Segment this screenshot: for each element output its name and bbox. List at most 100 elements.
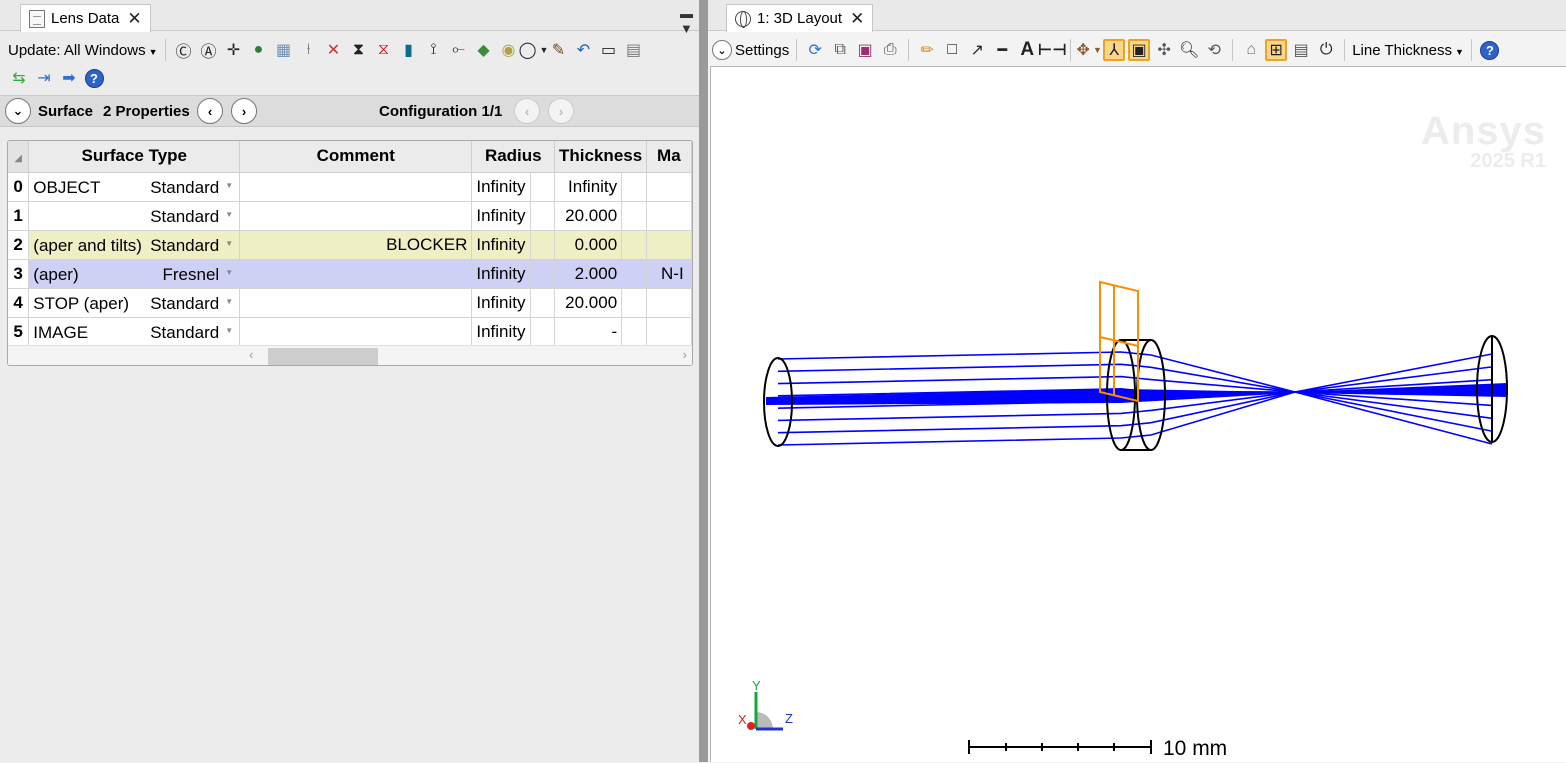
horizontal-scrollbar[interactable]: ‹ › [8, 345, 692, 365]
collapse-icon[interactable]: ⇥ [33, 67, 55, 89]
corner-cell[interactable]: ◢ [8, 141, 30, 173]
refresh-icon[interactable]: ⟳ [804, 39, 826, 61]
surface-type-cell[interactable]: OBJECT Standard ▼ [28, 172, 241, 202]
comment-cell[interactable] [239, 201, 473, 231]
previous-surface-button[interactable]: ‹ [197, 98, 223, 124]
dropdown-arrow-icon[interactable]: ▼ [225, 181, 233, 190]
comment-cell[interactable] [239, 172, 473, 202]
comment-cell[interactable] [239, 317, 473, 347]
dropdown-arrow-icon[interactable]: ▼ [225, 297, 233, 306]
surface-type-cell[interactable]: (aper) Fresnel ▼ [28, 259, 241, 289]
help-icon[interactable]: ? [83, 67, 105, 89]
grid-map-icon[interactable]: ▦ [273, 39, 295, 61]
copy-icon[interactable]: ⧉ [829, 39, 851, 61]
row-number[interactable]: 5 [8, 317, 30, 347]
row-number[interactable]: 0 [8, 172, 30, 202]
row-number[interactable]: 2 [8, 230, 30, 260]
toggle-icon[interactable]: ▭ [598, 39, 620, 61]
arrow-right-icon[interactable]: ➡ [58, 67, 80, 89]
table-row[interactable]: 2 (aper and tilts) Standard ▼ BLOCKER Infinit… [8, 230, 692, 260]
comment-cell[interactable] [239, 259, 473, 289]
row-number[interactable]: 4 [8, 288, 30, 318]
material-cell[interactable] [646, 317, 692, 347]
table-row[interactable]: 1 Standard ▼ Infinity 20.000 [8, 201, 692, 231]
chevron-down-icon[interactable]: ⌄ [5, 98, 31, 124]
surface-type-cell[interactable]: IMAGE Standard ▼ [28, 317, 241, 347]
power-icon[interactable]: ⏻ [1315, 39, 1337, 61]
next-configuration-button[interactable]: › [548, 98, 574, 124]
thickness-cell[interactable]: 0.000 [554, 230, 623, 260]
rotate-icon[interactable]: ✥ ▼ [1077, 39, 1102, 61]
ring-icon[interactable]: ◯ ▼ [519, 39, 549, 61]
coordinate-a-icon[interactable]: Ⓐ [198, 39, 220, 61]
column-header-comment[interactable]: Comment [239, 141, 473, 173]
column-header-radius[interactable]: Radius [471, 141, 556, 173]
material-cell[interactable] [646, 172, 692, 202]
table-row[interactable]: 3 (aper) Fresnel ▼ Infinity 2.000 N-I [8, 259, 692, 289]
previous-configuration-button[interactable]: ‹ [514, 98, 540, 124]
radius-cell[interactable]: Infinity [471, 230, 531, 260]
properties-label[interactable]: 2 Properties [103, 103, 190, 120]
scroll-right-icon[interactable]: › [683, 347, 687, 362]
fit-icon[interactable]: ⊞ [1265, 39, 1288, 61]
radius-solve-cell[interactable] [530, 317, 556, 347]
surface-type-cell[interactable]: STOP (aper) Standard ▼ [28, 288, 241, 318]
lock-icon[interactable]: ⌂ [1240, 39, 1262, 61]
save-icon[interactable]: ▣ [854, 39, 876, 61]
dropdown-arrow-icon[interactable]: ▼ [225, 239, 233, 248]
comment-cell[interactable] [239, 288, 473, 318]
next-surface-button[interactable]: › [231, 98, 257, 124]
probe-icon[interactable]: ⟟ [423, 39, 445, 61]
material-cell[interactable] [646, 230, 692, 260]
column-header-surface-type[interactable]: Surface Type [28, 141, 241, 173]
radius-cell[interactable]: Infinity [471, 259, 531, 289]
thickness-cell[interactable]: - [554, 317, 623, 347]
undo-icon[interactable]: ↶ [573, 39, 595, 61]
zoom-icon[interactable]: 🔍︎ [1178, 39, 1200, 61]
thickness-cell[interactable]: 20.000 [554, 201, 623, 231]
surface-type-cell[interactable]: (aper and tilts) Standard ▼ [28, 230, 241, 260]
line-thickness-dropdown[interactable]: Line Thickness ▼ [1352, 42, 1464, 59]
pane-menu-icon[interactable]: ▬ ▼ [680, 6, 693, 36]
row-number[interactable]: 3 [8, 259, 30, 289]
thickness-solve-cell[interactable] [621, 288, 648, 318]
window-icon[interactable]: ▤ [1290, 39, 1312, 61]
dropdown-arrow-icon[interactable]: ▼ [225, 326, 233, 335]
crosshair-icon[interactable]: ✛ [223, 39, 245, 61]
radius-solve-cell[interactable] [530, 172, 556, 202]
radius-solve-cell[interactable] [530, 230, 556, 260]
dropdown-arrow-icon[interactable]: ▼ [225, 210, 233, 219]
settings-chevron-icon[interactable]: ⌄ [712, 40, 732, 60]
dimension-icon[interactable]: ⊢⊣ [1038, 39, 1067, 61]
lens-delete-icon[interactable]: ⧖ [373, 39, 395, 61]
radius-cell[interactable]: Infinity [471, 317, 531, 347]
radius-cell[interactable]: Infinity [471, 201, 531, 231]
close-icon[interactable]: ✕ [850, 9, 864, 29]
layout-canvas[interactable]: Ansys 2025 R1 Y X Z 10 mm [710, 66, 1566, 762]
pencil-icon[interactable]: ✏ [916, 39, 938, 61]
material-cell[interactable] [646, 201, 692, 231]
thickness-solve-cell[interactable] [621, 172, 648, 202]
settings-button[interactable]: Settings [735, 42, 789, 59]
axes-toggle-icon[interactable]: ⅄ [1103, 39, 1126, 61]
thickness-solve-cell[interactable] [621, 201, 648, 231]
tab-lens-data[interactable]: Lens Data ✕ [20, 4, 151, 32]
dropdown-arrow-icon[interactable]: ▼ [225, 268, 233, 277]
palette-icon[interactable]: ◉ [498, 39, 520, 61]
thickness-solve-cell[interactable] [621, 259, 648, 289]
tab-3d-layout[interactable]: 1: 3D Layout ✕ [726, 4, 874, 32]
surface-type-cell[interactable]: Standard ▼ [28, 201, 241, 231]
print-icon[interactable]: ⎙ [879, 39, 901, 61]
table-row[interactable]: 0 OBJECT Standard ▼ Infinity Infinity [8, 172, 692, 202]
scroll-left-icon[interactable]: ‹ [249, 347, 253, 362]
thickness-cell[interactable]: 20.000 [554, 288, 623, 318]
scrollbar-thumb[interactable] [268, 348, 378, 365]
radius-solve-cell[interactable] [530, 288, 556, 318]
rectangle-icon[interactable]: □ [941, 39, 963, 61]
radius-solve-cell[interactable] [530, 201, 556, 231]
pan-icon[interactable]: ✣ [1153, 39, 1175, 61]
close-icon[interactable]: ✕ [127, 9, 141, 29]
text-icon[interactable]: A [1016, 39, 1038, 61]
column-header-material[interactable]: Ma [646, 141, 692, 173]
brush-icon[interactable]: ✎ [548, 39, 570, 61]
